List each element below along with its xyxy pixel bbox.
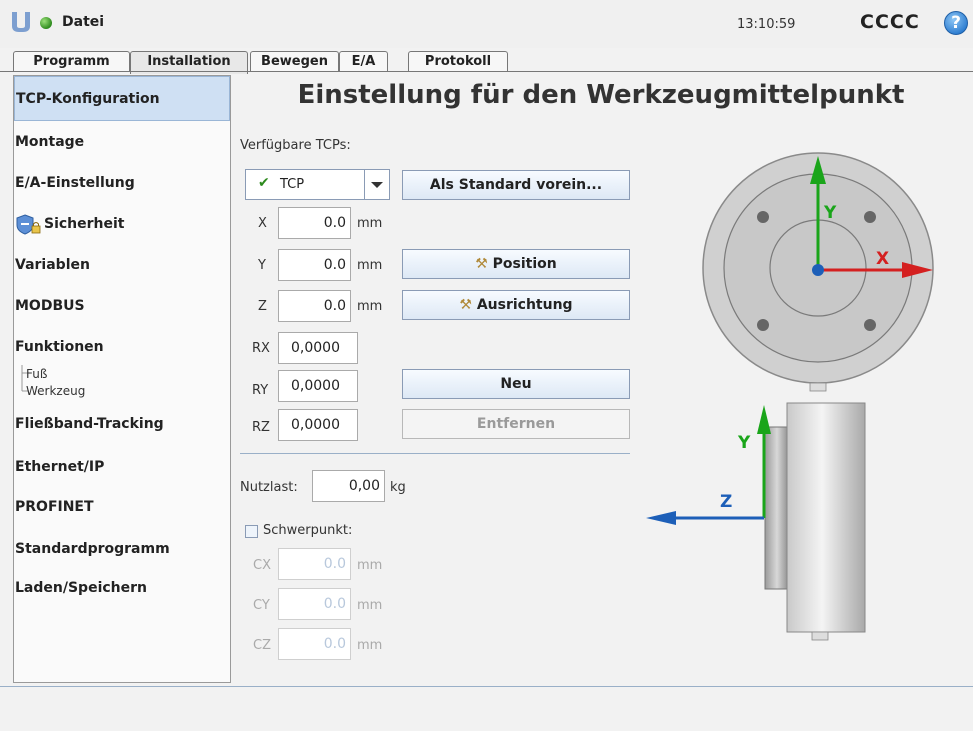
sidebar-item-fliessband[interactable]: Fließband-Tracking: [14, 404, 230, 444]
tab-protokoll[interactable]: Protokoll: [408, 51, 508, 72]
side-z-arrow-icon: [646, 511, 676, 525]
x-label: X: [258, 216, 267, 231]
tool-flange-diagram: Y X Y Z: [646, 152, 934, 641]
tcp-select[interactable]: ✔ TCP: [245, 169, 390, 200]
ur-logo-icon: [12, 12, 30, 32]
set-default-button[interactable]: Als Standard vorein...: [402, 170, 630, 200]
payload-label: Nutzlast:: [240, 480, 298, 495]
cog-label: Schwerpunkt:: [263, 523, 353, 538]
side-y-arrow-icon: [757, 405, 771, 434]
z-field[interactable]: 0.0: [278, 290, 351, 322]
tab-bewegen[interactable]: Bewegen: [250, 51, 339, 72]
footer-divider: [0, 686, 973, 687]
shield-lock-icon: [16, 214, 41, 235]
y-field[interactable]: 0.0: [278, 249, 351, 281]
sidebar-subitem-fuss[interactable]: Fuß: [26, 367, 47, 381]
cz-field[interactable]: 0.0: [278, 628, 351, 660]
cz-unit: mm: [357, 638, 383, 653]
sidebar-subitem-werkzeug[interactable]: Werkzeug: [26, 384, 85, 398]
remove-button[interactable]: Entfernen: [402, 409, 630, 439]
sidebar-item-funktionen[interactable]: Funktionen: [14, 327, 230, 367]
sidebar-item-profinet[interactable]: PROFINET: [14, 487, 230, 527]
y-unit: mm: [357, 258, 383, 273]
available-tcps-label: Verfügbare TCPs:: [240, 138, 351, 153]
payload-unit: kg: [390, 480, 406, 495]
tcp-origin-dot: [812, 264, 824, 276]
cy-field[interactable]: 0.0: [278, 588, 351, 620]
sidebar-item-modbus[interactable]: MODBUS: [14, 286, 230, 326]
tab-ea[interactable]: E/A: [339, 51, 388, 72]
x-unit: mm: [357, 216, 383, 231]
side-z-label: Z: [720, 492, 732, 512]
sidebar: TCP-Konfiguration Montage E/A-Einstellun…: [13, 75, 231, 683]
x-field[interactable]: 0.0: [278, 207, 351, 239]
robot-status-icon[interactable]: [40, 17, 52, 29]
sidebar-item-label: Sicherheit: [44, 216, 125, 232]
robot-name: CCCC: [860, 11, 920, 33]
side-y-label: Y: [737, 433, 751, 453]
sidebar-item-montage[interactable]: Montage: [14, 122, 230, 162]
y-label: Y: [258, 258, 266, 273]
front-x-label: X: [876, 249, 889, 269]
check-icon: ✔: [258, 175, 270, 191]
sidebar-item-ethernet-ip[interactable]: Ethernet/IP: [14, 447, 230, 487]
position-button[interactable]: ⚒ Position: [402, 249, 630, 279]
file-menu[interactable]: Datei: [62, 14, 104, 30]
sidebar-item-sicherheit[interactable]: Sicherheit: [14, 204, 230, 244]
cog-checkbox[interactable]: [245, 525, 258, 538]
ry-field[interactable]: 0,0000: [278, 370, 358, 402]
flange-side-view: [764, 402, 866, 641]
cy-label: CY: [253, 598, 270, 613]
tab-programm[interactable]: Programm: [13, 51, 130, 72]
top-bar: [0, 0, 973, 48]
cy-unit: mm: [357, 598, 383, 613]
chevron-down-icon: [371, 182, 383, 188]
tab-divider: [0, 71, 973, 72]
select-divider: [364, 170, 365, 199]
payload-field[interactable]: 0,00: [312, 470, 385, 502]
cz-label: CZ: [253, 638, 271, 653]
sidebar-item-ea-einstellung[interactable]: E/A-Einstellung: [14, 163, 230, 203]
sidebar-item-laden-speichern[interactable]: Laden/Speichern: [14, 568, 230, 608]
clock: 13:10:59: [737, 17, 796, 32]
ry-label: RY: [252, 383, 269, 398]
position-button-label: Position: [492, 256, 557, 272]
z-unit: mm: [357, 299, 383, 314]
cx-unit: mm: [357, 558, 383, 573]
orientation-button-label: Ausrichtung: [476, 297, 573, 313]
tcp-select-value: TCP: [280, 177, 305, 192]
wrench-icon: ⚒: [459, 297, 472, 313]
front-y-label: Y: [823, 203, 837, 223]
page-title: Einstellung für den Werkzeugmittelpunkt: [297, 80, 905, 110]
sidebar-item-standardprogramm[interactable]: Standardprogramm: [14, 529, 230, 569]
rx-field[interactable]: 0,0000: [278, 332, 358, 364]
cx-field[interactable]: 0.0: [278, 548, 351, 580]
new-button[interactable]: Neu: [402, 369, 630, 399]
help-icon[interactable]: ?: [944, 11, 968, 35]
rz-label: RZ: [252, 420, 270, 435]
wrench-icon: ⚒: [475, 256, 488, 272]
cx-label: CX: [253, 558, 271, 573]
rz-field[interactable]: 0,0000: [278, 409, 358, 441]
z-label: Z: [258, 299, 267, 314]
rx-label: RX: [252, 341, 270, 356]
sidebar-item-variablen[interactable]: Variablen: [14, 245, 230, 285]
orientation-button[interactable]: ⚒ Ausrichtung: [402, 290, 630, 320]
section-divider: [240, 453, 630, 454]
sidebar-item-tcp[interactable]: TCP-Konfiguration: [14, 76, 230, 121]
